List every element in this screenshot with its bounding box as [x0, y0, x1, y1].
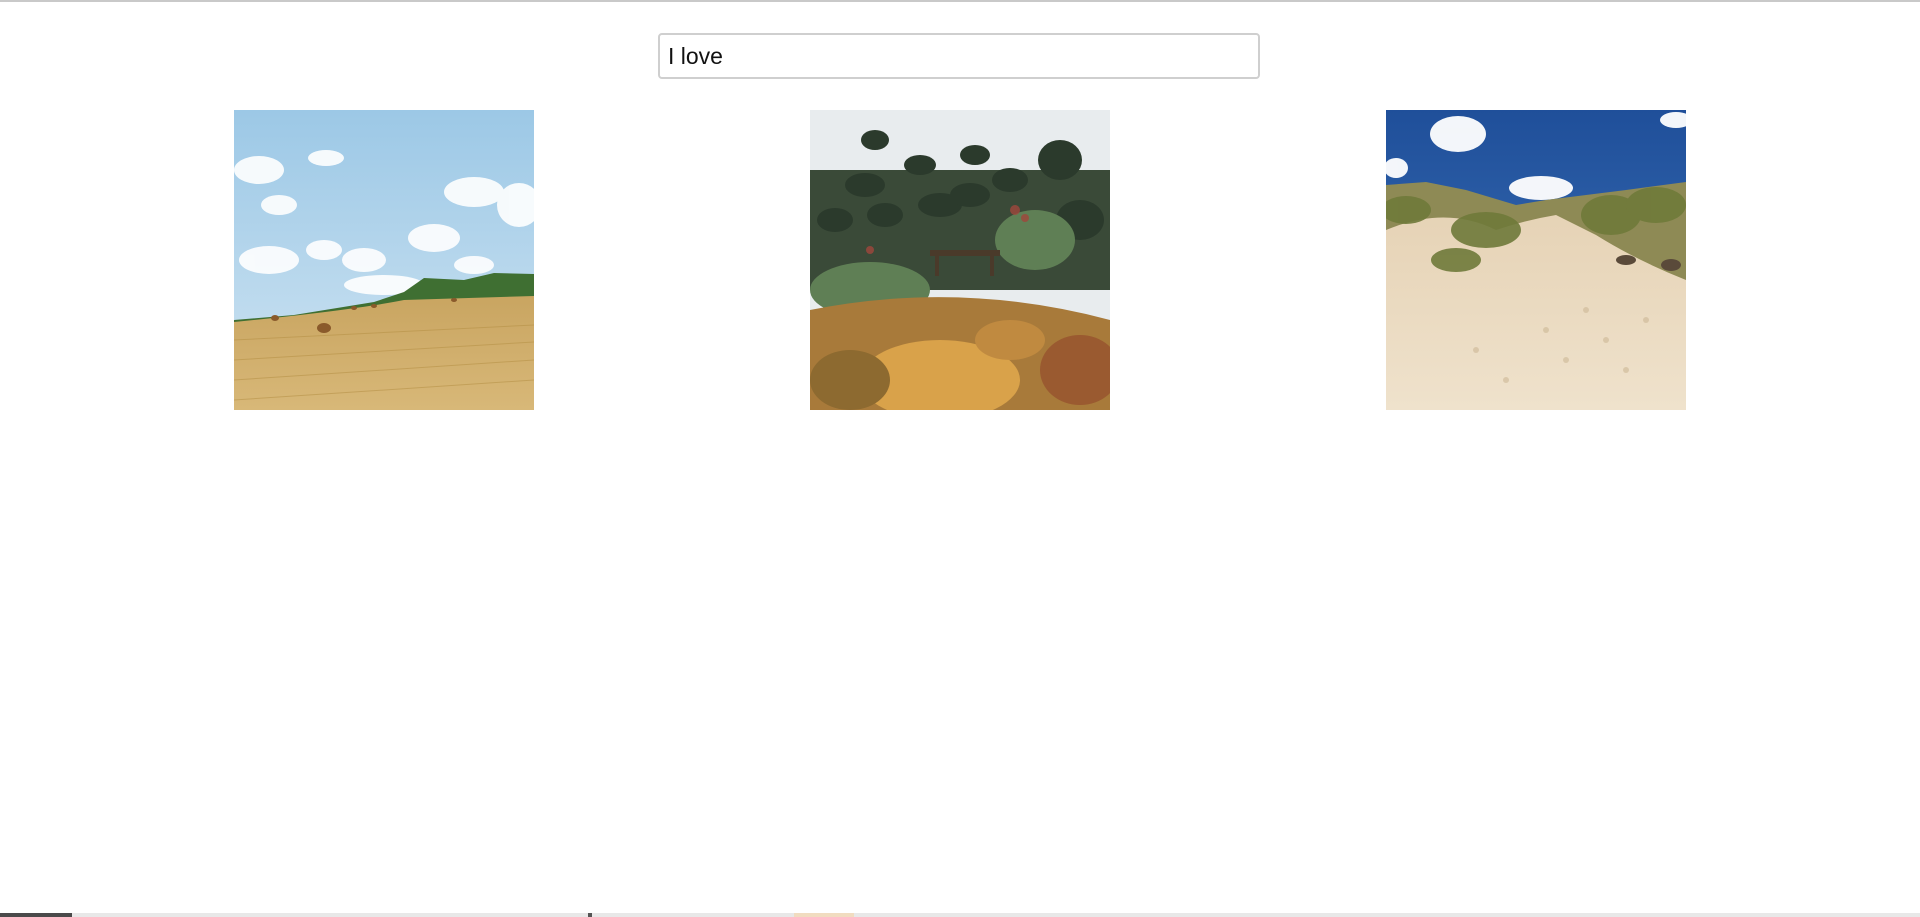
gallery-image-hay-field[interactable]: [234, 110, 534, 410]
bottom-edge-segment: [794, 913, 854, 917]
window-bottom-edge: [0, 913, 1920, 917]
sand-dunes-image: [1386, 110, 1686, 410]
image-gallery: [0, 110, 1920, 410]
hay-field-image: [234, 110, 534, 410]
window-top-border: [0, 0, 1920, 2]
gallery-image-garden[interactable]: [810, 110, 1110, 410]
text-input[interactable]: [658, 33, 1260, 79]
bottom-edge-segment: [0, 913, 72, 917]
garden-image: [810, 110, 1110, 410]
gallery-image-sand-dunes[interactable]: [1386, 110, 1686, 410]
bottom-edge-segment: [588, 913, 592, 917]
search-bar: [658, 33, 1260, 79]
